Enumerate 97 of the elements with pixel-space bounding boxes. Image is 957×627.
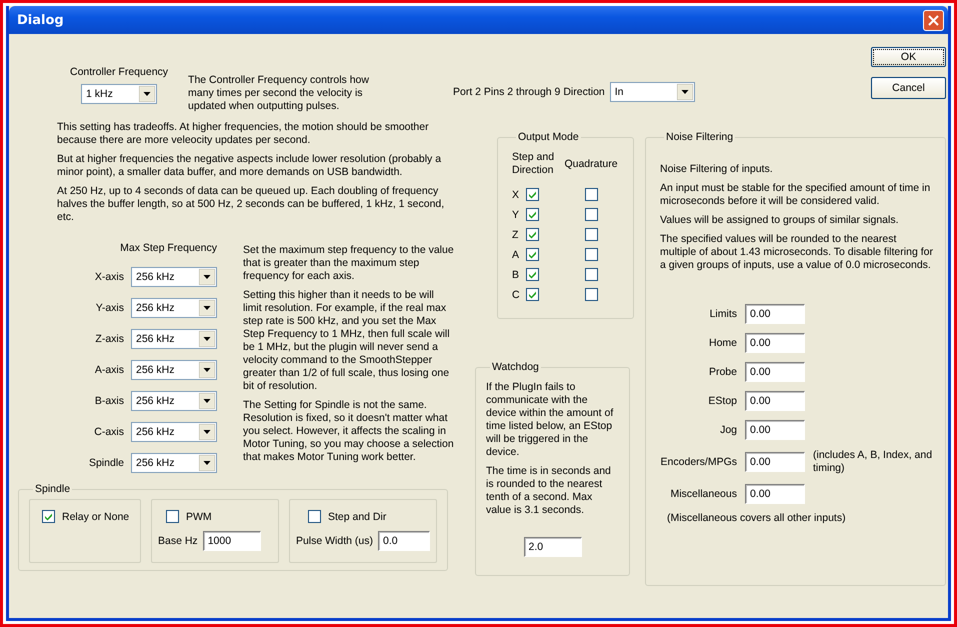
field-label: Encoders/MPGs [660,456,737,468]
checkbox-label: Relay or None [62,510,130,522]
axis-label: C [512,288,521,300]
checkbox[interactable] [584,228,598,241]
close-icon[interactable] [928,14,939,26]
checkbox[interactable] [584,268,598,281]
axis-label: Z [512,228,520,240]
group-title: Noise Filtering [665,131,734,143]
checkbox-label: Step and Dir [328,510,386,522]
frequency-dropdown[interactable]: 256 kHz [131,453,217,473]
column-header: Quadrature [563,158,619,170]
frequency-dropdown[interactable]: 256 kHz [131,360,217,380]
dropdown-arrow-icon[interactable] [199,362,215,378]
note-text: An input must be stable for the specified amount of time in microseconds before it will be considered valid. [660,182,932,208]
checkbox[interactable] [526,188,539,201]
frequency-dropdown[interactable]: 1 kHz [81,84,158,104]
dialog-button[interactable]: Cancel [871,77,946,99]
frequency-dropdown[interactable]: 256 kHz [131,298,217,318]
checkbox[interactable] [526,248,539,261]
dropdown-arrow-icon[interactable] [199,424,215,440]
field-label: C-axis [94,426,124,438]
checkbox-label: PWM [186,510,212,522]
dropdown-arrow-icon[interactable] [199,300,215,316]
checkbox[interactable] [526,288,539,301]
field-label: Y-axis [96,302,124,314]
input-field[interactable]: 0.00 [745,391,805,411]
axis-label: X [512,188,520,200]
field-label: A-axis [94,364,124,376]
checkbox[interactable] [584,248,598,261]
field-label: Pulse Width (us) [296,535,373,547]
field-label: Controller Frequency [70,66,168,78]
field-label: Port 2 Pins 2 through 9 Direction [453,86,605,98]
field-label: Z-axis [95,333,124,345]
note-text: The Controller Frequency controls how many times per second the velocity is updated when outputting pulses. [188,74,370,113]
dropdown-arrow-icon[interactable] [199,269,215,285]
frequency-dropdown[interactable]: 256 kHz [131,329,217,349]
note-text: This setting has tradeoffs. At higher frequencies, the motion should be smoother because there are more veleocity updates per second. [57,121,430,147]
frequency-dropdown[interactable]: 256 kHz [131,267,217,287]
checkbox[interactable] [526,228,539,241]
dropdown-arrow-icon[interactable] [199,331,215,347]
input-field[interactable]: 0.0 [378,531,430,551]
axis-label: B [512,268,520,280]
column-header: Step and Direction [512,151,556,177]
checkbox[interactable] [166,510,179,523]
axis-label: Y [512,208,520,220]
checkbox[interactable] [526,208,539,221]
field-label: Jog [720,424,737,436]
field-label: Miscellaneous [670,488,737,500]
note-text: (Miscellaneous covers all other inputs) [666,512,847,525]
frequency-dropdown[interactable]: 256 kHz [131,422,217,442]
note-text: Noise Filtering of inputs. [660,163,774,176]
field-label: X-axis [94,271,124,283]
note-text: Values will be assigned to groups of similar signals. [660,214,900,227]
field-label: B-axis [94,395,124,407]
input-field[interactable]: 0.00 [745,420,805,440]
group-title: Spindle [34,483,72,495]
close-button[interactable] [923,10,944,30]
section-title: Max Step Frequency [120,242,217,254]
note-text: At 250 Hz, up to 4 seconds of data can be queued up. Each doubling of frequency halves the buffer length, so at 500 Hz, 2 seconds can be buffered, 1 kHz, 1 second, etc. [57,185,446,224]
field-label: Probe [708,366,737,378]
group-title: Output Mode [517,131,580,143]
field-label: Spindle [88,457,124,469]
axis-label: A [512,248,520,260]
input-field[interactable]: 0.00 [745,452,805,472]
checkbox[interactable] [584,208,598,221]
note-text: Set the maximum step frequency to the value that is greater than the maximum step frequency for each axis. [243,244,455,283]
dropdown-arrow-icon[interactable] [139,86,156,102]
field-label: Home [708,337,737,349]
note-text: If the PlugIn fails to communicate with the device within the amount of time listed below, an EStop will be triggered in the device. [486,381,614,459]
checkbox[interactable] [584,288,598,301]
checkbox[interactable] [308,510,321,523]
field-label: Limits [710,308,737,320]
note-text: The specified values will be rounded to the nearest multiple of about 1.43 microseconds. To disable filtering for a given groups of inputs, use a value of 0.0 microseconds. [660,233,933,272]
group-title: Watchdog [491,361,540,373]
input-field[interactable]: 2.0 [524,537,582,557]
dialog-button[interactable]: OK [871,47,946,67]
checkbox[interactable] [42,510,55,523]
input-field[interactable]: 0.00 [745,484,805,504]
dropdown-arrow-icon[interactable] [199,393,215,409]
window-title: Dialog [17,12,64,28]
checkbox[interactable] [526,268,539,281]
note-text: (includes A, B, Index, and timing) [813,449,933,475]
field-label: EStop [708,395,737,407]
input-field[interactable]: 0.00 [745,333,805,353]
input-field[interactable]: 0.00 [745,304,805,324]
note-text: Setting this higher than it needs to be will limit resolution. For example, if the real max step rate is 500 kHz, and you set the Max Step Frequency to 1 MHz, then full scale will be 1 MHz, but the plugin will never send a velocity command to the SmoothStepper greater than 1/2 of full scale, thus losing one bit of resolution. [243,289,451,393]
direction-dropdown[interactable]: In [610,82,695,102]
dropdown-arrow-icon[interactable] [676,84,693,100]
field-label: Base Hz [158,535,198,547]
note-text: The time is in seconds and is rounded to the nearest tenth of a second. Max value is 3.1 seconds. [486,465,612,517]
input-field[interactable]: 1000 [202,531,261,551]
note-text: The Setting for Spindle is not the same. Resolution is fixed, so it doesn't matter what you select. However, it affects the scaling in Motor Tuning, so you may choose a selection that makes Motor Tuning work better. [243,399,455,464]
checkbox[interactable] [584,188,598,201]
frequency-dropdown[interactable]: 256 kHz [131,391,217,411]
input-field[interactable]: 0.00 [745,362,805,382]
dropdown-arrow-icon[interactable] [199,455,215,471]
note-text: But at higher frequencies the negative aspects include lower resolution (probably a minor point), a smaller data buffer, and more demands on USB bandwidth. [57,153,442,179]
